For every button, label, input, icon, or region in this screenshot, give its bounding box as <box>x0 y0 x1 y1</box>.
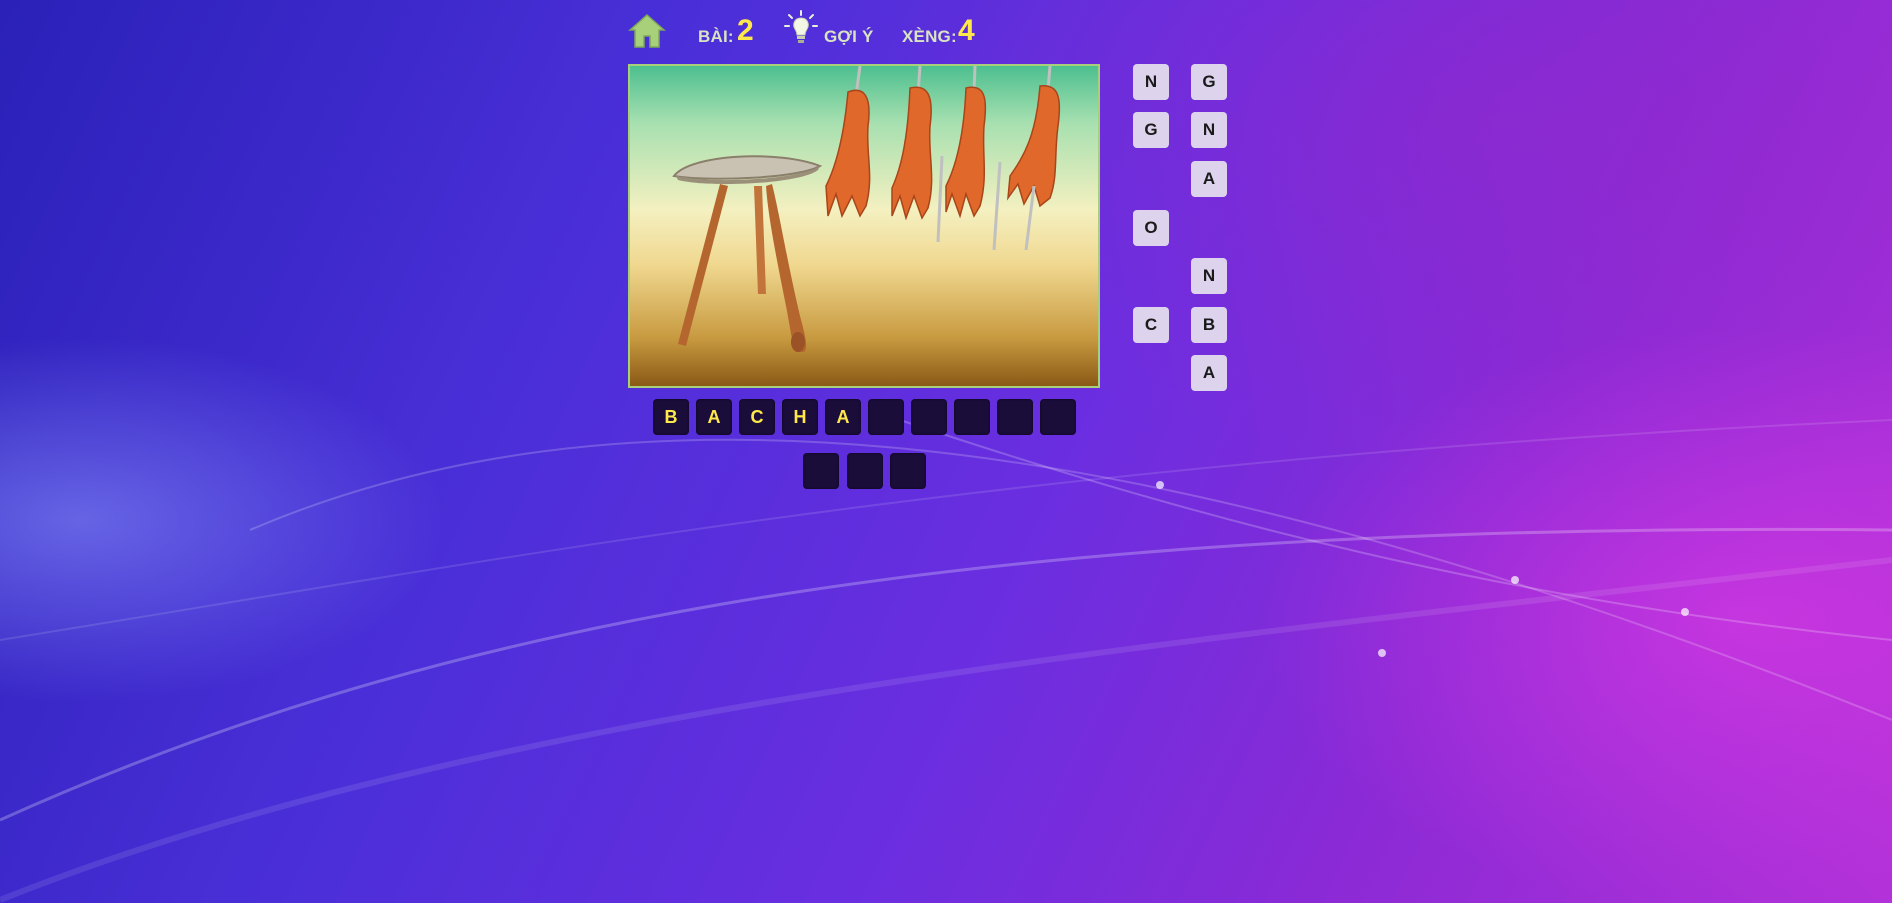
answer-slot[interactable] <box>997 399 1033 435</box>
coins-label: XÈNG: <box>902 27 957 46</box>
answer-slot[interactable] <box>954 399 990 435</box>
level-label: BÀI: <box>698 27 734 46</box>
letter-tile[interactable]: N <box>1191 258 1227 294</box>
answer-slot[interactable] <box>890 453 926 489</box>
letter-tile[interactable]: N <box>1191 112 1227 148</box>
coins-value: 4 <box>958 14 975 47</box>
level-value: 2 <box>737 14 754 47</box>
letter-tile[interactable]: O <box>1133 210 1169 246</box>
answer-slot[interactable]: B <box>653 399 689 435</box>
answer-slot[interactable]: H <box>782 399 818 435</box>
answer-slot[interactable] <box>1040 399 1076 435</box>
letter-tile[interactable]: C <box>1133 307 1169 343</box>
hint-label[interactable]: GỢI Ý <box>824 27 874 47</box>
answer-slot[interactable]: A <box>825 399 861 435</box>
game-screen: BÀI: 2 GỢI Ý XÈNG: 4 B A C H A N G O C G… <box>0 0 1892 903</box>
stool-drawing <box>672 155 823 352</box>
hint-button[interactable] <box>784 10 818 46</box>
home-button[interactable] <box>628 12 666 50</box>
answer-slot[interactable]: A <box>696 399 732 435</box>
answer-slot[interactable] <box>803 453 839 489</box>
letter-tile[interactable]: A <box>1191 355 1227 391</box>
letter-tile[interactable]: G <box>1133 112 1169 148</box>
letter-tile[interactable]: G <box>1191 64 1227 100</box>
puzzle-picture <box>628 64 1100 388</box>
home-icon <box>628 13 666 48</box>
answer-slot[interactable]: C <box>739 399 775 435</box>
letter-tile[interactable]: A <box>1191 161 1227 197</box>
letter-tile[interactable]: N <box>1133 64 1169 100</box>
puzzle-illustration <box>672 66 1061 352</box>
lightbulb-icon <box>784 10 818 43</box>
chicken-feet-drawing <box>825 66 1061 251</box>
answer-slot[interactable] <box>911 399 947 435</box>
answer-slot[interactable] <box>868 399 904 435</box>
letter-tile[interactable]: B <box>1191 307 1227 343</box>
answer-slot[interactable] <box>847 453 883 489</box>
